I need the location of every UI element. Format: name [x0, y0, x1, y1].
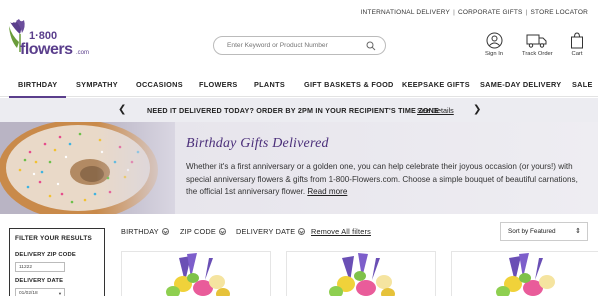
filter-zip-label: ZIP CODE: [180, 227, 216, 236]
filter-panel-title: FILTER YOUR RESULTS: [15, 235, 92, 242]
hero-description: Whether it's a first anniversary or a go…: [186, 161, 578, 199]
promo-banner: ❮ NEED IT DELIVERED TODAY? ORDER BY 2PM …: [0, 98, 598, 122]
delivery-zip-label: DELIVERY ZIP CODE: [15, 252, 76, 258]
promo-next-arrow-icon[interactable]: ❯: [473, 104, 481, 115]
corporate-gifts-link[interactable]: CORPORATE GIFTS: [458, 9, 523, 16]
filter-chip-birthday[interactable]: BIRTHDAY: [121, 227, 169, 236]
nav-gift-baskets[interactable]: GIFT BASKETS & FOOD: [304, 80, 394, 89]
bouquet-image: [329, 253, 395, 296]
user-icon: [486, 32, 503, 49]
filter-panel: FILTER YOUR RESULTS DELIVERY ZIP CODE 11…: [9, 228, 105, 296]
product-card[interactable]: [451, 251, 598, 296]
product-card[interactable]: [121, 251, 271, 296]
track-order-button[interactable]: Track Order: [522, 32, 553, 57]
nav-plants[interactable]: PLANTS: [254, 80, 285, 89]
bouquet-image: [166, 253, 230, 296]
promo-prev-arrow-icon[interactable]: ❮: [118, 104, 126, 115]
delivery-date-label: DELIVERY DATE: [15, 278, 64, 284]
nav-sale[interactable]: SALE: [572, 80, 593, 89]
cart-button[interactable]: Cart: [570, 32, 584, 57]
promo-message: NEED IT DELIVERED TODAY? ORDER BY 2PM IN…: [147, 106, 440, 115]
read-more-link[interactable]: Read more: [307, 187, 347, 196]
international-delivery-link[interactable]: INTERNATIONAL DELIVERY: [361, 9, 451, 16]
delivery-date-select[interactable]: 01/02/18 ▼: [15, 288, 65, 296]
nav-birthday[interactable]: BIRTHDAY: [8, 80, 67, 98]
search-box[interactable]: [213, 36, 386, 55]
caret-down-icon: ▼: [58, 291, 62, 296]
nav-same-day-delivery[interactable]: SAME-DAY DELIVERY: [480, 80, 561, 89]
bouquet-image: [496, 253, 555, 296]
filter-date-label: DELIVERY DATE: [236, 227, 296, 236]
sort-value: Sort by Featured: [508, 228, 556, 235]
track-order-label: Track Order: [522, 51, 553, 57]
nav-keepsake-gifts[interactable]: KEEPSAKE GIFTS: [402, 80, 470, 89]
main-nav: BIRTHDAY SYMPATHY OCCASIONS FLOWERS PLAN…: [0, 72, 598, 98]
sign-in-button[interactable]: Sign In: [485, 32, 503, 57]
birthday-cake-image: [0, 122, 175, 214]
site-header: 1·800 flowers .com Sign In Track Order: [0, 18, 598, 68]
filter-birthday-label: BIRTHDAY: [121, 227, 159, 236]
filter-chip-zip[interactable]: ZIP CODE: [180, 227, 226, 236]
zip-code-input[interactable]: 11222: [15, 262, 65, 272]
separator: |: [453, 9, 455, 16]
see-details-link[interactable]: See Details: [417, 106, 454, 115]
truck-icon: [526, 34, 547, 48]
chevron-circle-icon: [298, 228, 306, 235]
filter-chip-date[interactable]: DELIVERY DATE: [236, 227, 306, 236]
cart-label: Cart: [571, 51, 583, 57]
site-logo[interactable]: 1·800 flowers .com: [6, 18, 96, 64]
utility-links: INTERNATIONAL DELIVERY | CORPORATE GIFTS…: [361, 9, 588, 16]
hero-text-body: Whether it's a first anniversary or a go…: [186, 162, 578, 196]
tulip-logo-icon: 1·800 flowers .com: [9, 19, 89, 58]
chevron-circle-icon: [218, 228, 226, 235]
nav-sympathy[interactable]: SYMPATHY: [76, 80, 118, 89]
delivery-date-value: 01/02/18: [19, 291, 38, 296]
separator: |: [525, 9, 528, 16]
nav-occasions[interactable]: OCCASIONS: [136, 80, 183, 89]
hero-banner: Birthday Gifts Delivered Whether it's a …: [0, 122, 598, 214]
store-locator-link[interactable]: STORE LOCATOR: [530, 9, 588, 16]
hero-title: Birthday Gifts Delivered: [186, 136, 329, 151]
remove-all-filters-link[interactable]: Remove All filters: [311, 227, 371, 236]
sign-in-label: Sign In: [485, 51, 504, 57]
sort-select[interactable]: Sort by Featured ⇕: [500, 222, 588, 241]
svg-text:.com: .com: [76, 50, 89, 56]
sort-caret-icon: ⇕: [575, 228, 581, 235]
shopping-bag-icon: [571, 32, 583, 49]
nav-flowers[interactable]: FLOWERS: [199, 80, 238, 89]
chevron-circle-icon: [161, 228, 169, 235]
svg-text:flowers: flowers: [20, 41, 73, 58]
zip-code-value: 11222: [19, 265, 32, 270]
product-card[interactable]: [286, 251, 436, 296]
search-icon[interactable]: [366, 41, 376, 51]
search-input[interactable]: [227, 42, 367, 49]
